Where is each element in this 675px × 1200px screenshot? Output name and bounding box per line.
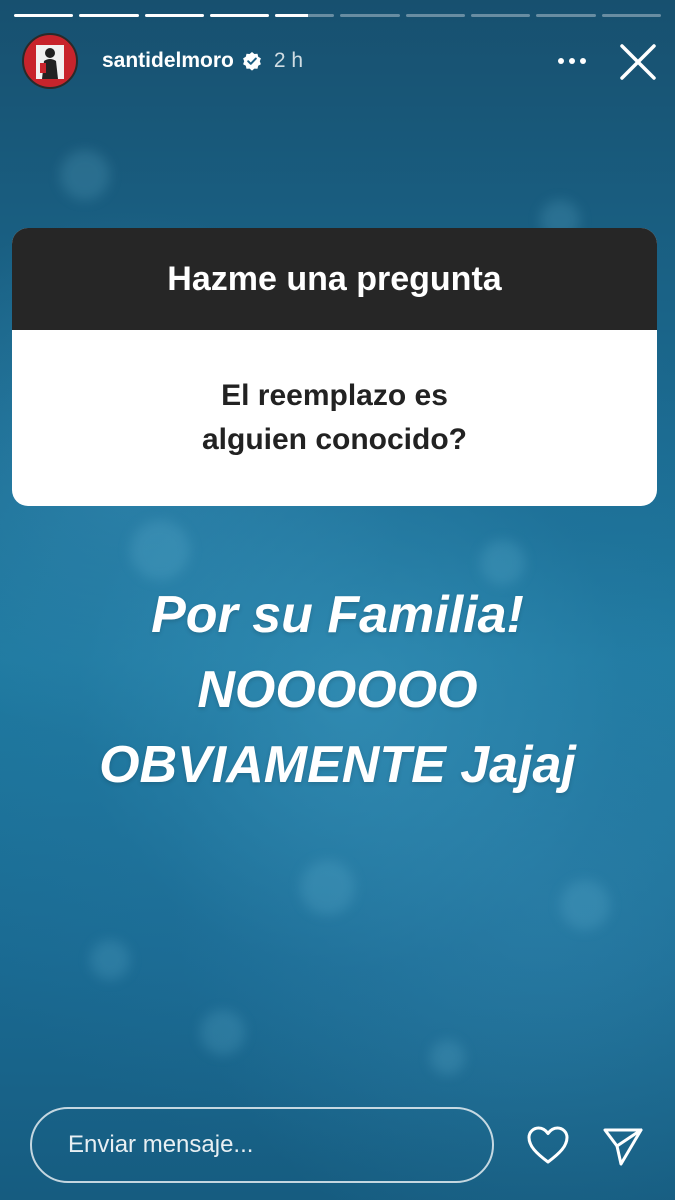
story-progress-segment xyxy=(601,14,661,17)
answer-line: OBVIAMENTE Jajaj xyxy=(99,736,576,794)
story-progress-segment xyxy=(209,14,270,17)
story-progress-bar xyxy=(14,14,661,17)
question-text: El reemplazo es alguien conocido? xyxy=(12,330,657,506)
story-progress-fill xyxy=(14,14,74,17)
heart-icon[interactable] xyxy=(526,1125,570,1165)
story-timestamp: 2 h xyxy=(273,49,304,72)
story-progress-segment xyxy=(275,14,335,17)
avatar-photo-icon xyxy=(36,45,64,79)
answer-line: Por su Familia! xyxy=(151,586,524,644)
verified-badge-icon xyxy=(242,52,261,71)
send-icon[interactable] xyxy=(602,1125,644,1167)
story-progress-fill xyxy=(209,14,270,17)
send-message-input[interactable] xyxy=(30,1107,494,1183)
more-options-icon xyxy=(558,58,586,64)
question-sticker-title: Hazme una pregunta xyxy=(12,228,657,330)
more-options-button[interactable] xyxy=(552,46,592,76)
story-progress-fill xyxy=(144,14,204,17)
story-progress-segment xyxy=(340,14,400,17)
story-progress-segment xyxy=(471,14,531,17)
story-progress-fill xyxy=(79,14,139,17)
answer-text: Por su Familia! NOOOOOO OBVIAMENTE Jajaj xyxy=(0,578,675,803)
avatar[interactable] xyxy=(22,33,78,89)
question-sticker[interactable]: Hazme una pregunta El reemplazo es algui… xyxy=(12,228,657,506)
question-line: El reemplazo es xyxy=(221,379,448,412)
story-progress-segment xyxy=(79,14,139,17)
story-footer xyxy=(30,1107,650,1183)
story-username[interactable]: santidelmoro xyxy=(102,49,234,73)
story-progress-segment xyxy=(14,14,74,17)
story-progress-fill xyxy=(275,14,308,17)
story-header: santidelmoro 2 h xyxy=(22,30,662,92)
question-line: alguien conocido? xyxy=(201,423,467,456)
answer-line: NOOOOOO xyxy=(197,661,478,719)
story-progress-segment xyxy=(144,14,204,17)
story-progress-segment xyxy=(405,14,466,17)
close-icon[interactable] xyxy=(618,42,658,82)
story-progress-segment xyxy=(536,14,596,17)
